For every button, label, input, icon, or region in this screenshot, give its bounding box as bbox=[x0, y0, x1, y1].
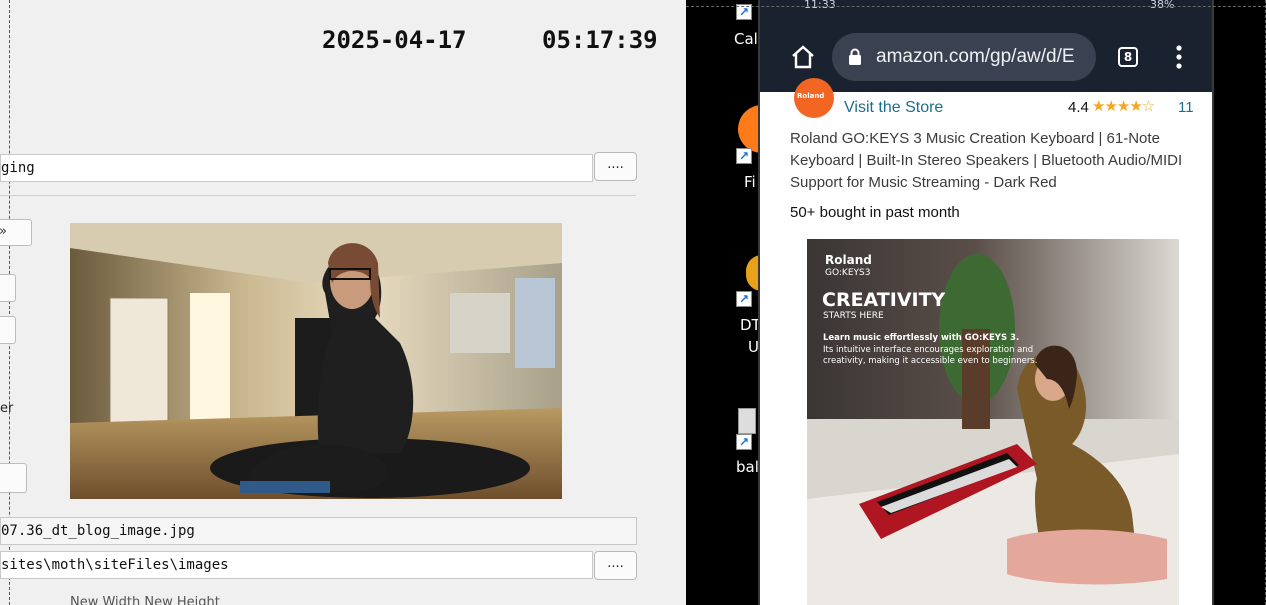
dimension-labels: New Width New Height bbox=[70, 595, 220, 605]
phone-mirror: 11:33 38% amazon.com/gp/aw/d/E 8 Roland … bbox=[758, 0, 1214, 605]
product-image[interactable]: Roland GO:KEYS3 CREATIVITY STARTS HERE L… bbox=[807, 239, 1179, 605]
rating-value: 4.4 bbox=[1068, 99, 1089, 116]
product-title: Roland GO:KEYS 3 Music Creation Keyboard… bbox=[790, 130, 1183, 191]
menu-icon[interactable] bbox=[1172, 44, 1186, 70]
store-logo-text: Roland bbox=[797, 92, 825, 100]
browser-toolbar: amazon.com/gp/aw/d/E 8 bbox=[760, 14, 1212, 92]
desktop-icon-label-5[interactable]: bal bbox=[736, 458, 759, 476]
url-text: amazon.com/gp/aw/d/E bbox=[876, 46, 1075, 67]
status-bar: 11:33 38% bbox=[760, 0, 1212, 14]
star-rating-icon[interactable]: ★★★★☆ bbox=[1092, 97, 1155, 115]
option-field-1[interactable] bbox=[0, 274, 16, 302]
bought-count: 50+ bought in past month bbox=[790, 204, 960, 221]
source-path-field[interactable]: ging bbox=[0, 154, 593, 182]
option-field-2[interactable] bbox=[0, 316, 16, 344]
ad-copy-bold: Learn music effortlessly with GO:KEYS 3. bbox=[823, 333, 1020, 343]
rating-count[interactable]: 11 bbox=[1178, 99, 1194, 116]
shortcut-arrow-icon: ↗ bbox=[736, 291, 752, 307]
desktop-icon-label-2[interactable]: Fi bbox=[744, 173, 756, 191]
lock-icon bbox=[849, 48, 861, 65]
filename-field[interactable]: 07.36_dt_blog_image.jpg bbox=[0, 517, 637, 545]
ad-brand: Roland bbox=[825, 253, 872, 267]
ad-model: GO:KEYS3 bbox=[825, 268, 871, 278]
shortcut-arrow-icon: ↗ bbox=[736, 148, 752, 164]
time-display: 05:17:39 bbox=[542, 26, 658, 54]
tab-count-button[interactable]: 8 bbox=[1118, 47, 1138, 67]
shortcut-arrow-icon: ↗ bbox=[736, 434, 752, 450]
browse-folder-button[interactable]: .... bbox=[594, 551, 637, 580]
selection-border-top bbox=[686, 6, 1266, 7]
ad-headline: CREATIVITY bbox=[822, 289, 946, 311]
image-preview bbox=[70, 223, 562, 499]
browse-source-button[interactable]: .... bbox=[594, 152, 637, 181]
desktop-strip: ↗ Cal ↗ Fi ↗ DT U ↗ bal bbox=[686, 0, 762, 605]
file-icon[interactable] bbox=[738, 408, 756, 434]
divider bbox=[0, 195, 636, 196]
home-icon[interactable] bbox=[790, 44, 816, 70]
ad-copy: Its intuitive interface encourages explo… bbox=[823, 345, 1038, 366]
url-bar[interactable]: amazon.com/gp/aw/d/E bbox=[832, 33, 1096, 81]
visit-store-link[interactable]: Visit the Store bbox=[844, 99, 943, 117]
selection-border bbox=[9, 0, 10, 605]
option-field-3[interactable] bbox=[0, 463, 27, 493]
desktop-icon-label-1[interactable]: Cal bbox=[734, 30, 758, 48]
ad-subhead: STARTS HERE bbox=[823, 311, 884, 321]
next-button-label: » bbox=[0, 224, 7, 239]
store-logo[interactable]: Roland bbox=[794, 78, 834, 118]
next-button[interactable]: » bbox=[0, 219, 32, 246]
output-folder-field[interactable]: sites\moth\siteFiles\images bbox=[0, 551, 593, 579]
date-display: 2025-04-17 bbox=[322, 26, 467, 54]
image-tool-window: 2025-04-17 05:17:39 ging .... » er bbox=[0, 0, 686, 605]
option-label: er bbox=[0, 401, 14, 416]
